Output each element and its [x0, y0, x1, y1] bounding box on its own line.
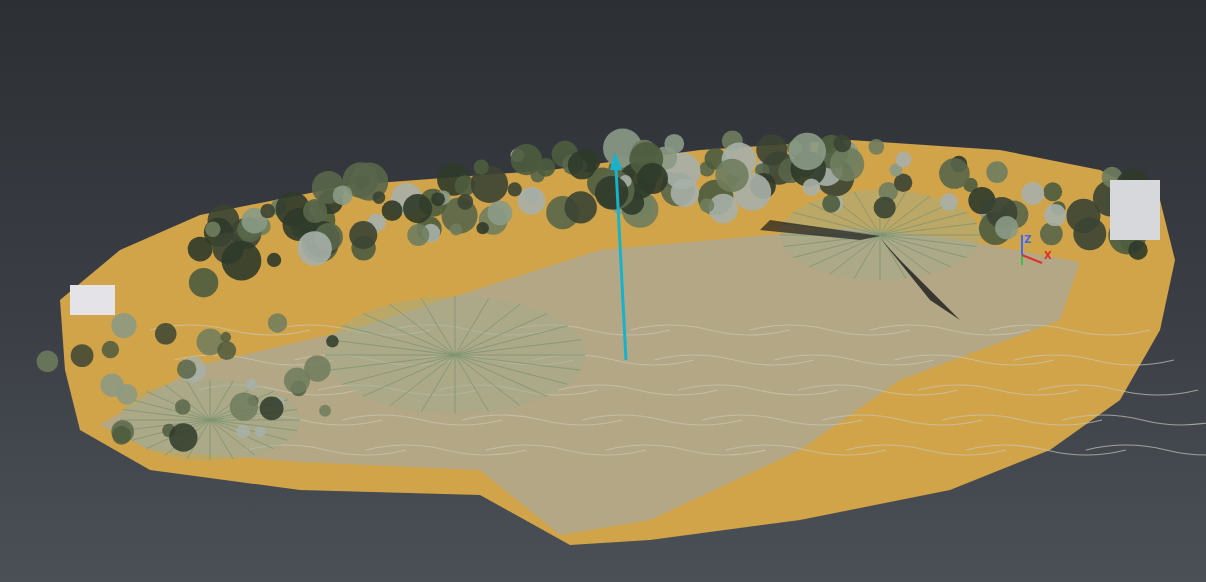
terrain-surface — [60, 140, 1175, 545]
building — [70, 285, 115, 315]
scan-station — [120, 380, 300, 461]
scan-station — [325, 297, 585, 414]
building — [1110, 180, 1160, 240]
vegetation — [37, 129, 1152, 452]
axis-label: Z — [1024, 234, 1031, 245]
axis: X — [1022, 250, 1052, 263]
axis-label: X — [1044, 250, 1052, 261]
point-cloud-scene[interactable]: ZX — [0, 0, 1206, 582]
axis: Z — [1022, 234, 1031, 255]
point-cloud-viewport[interactable]: ZX — [0, 0, 1206, 582]
axis-gizmo-icon: ZX — [1022, 234, 1052, 265]
scan-shadow — [880, 238, 960, 320]
vertical-pole-icon[interactable] — [610, 152, 626, 360]
scan-lines — [150, 325, 1206, 455]
scan-area — [100, 228, 1080, 535]
scan-shadow — [760, 220, 880, 240]
